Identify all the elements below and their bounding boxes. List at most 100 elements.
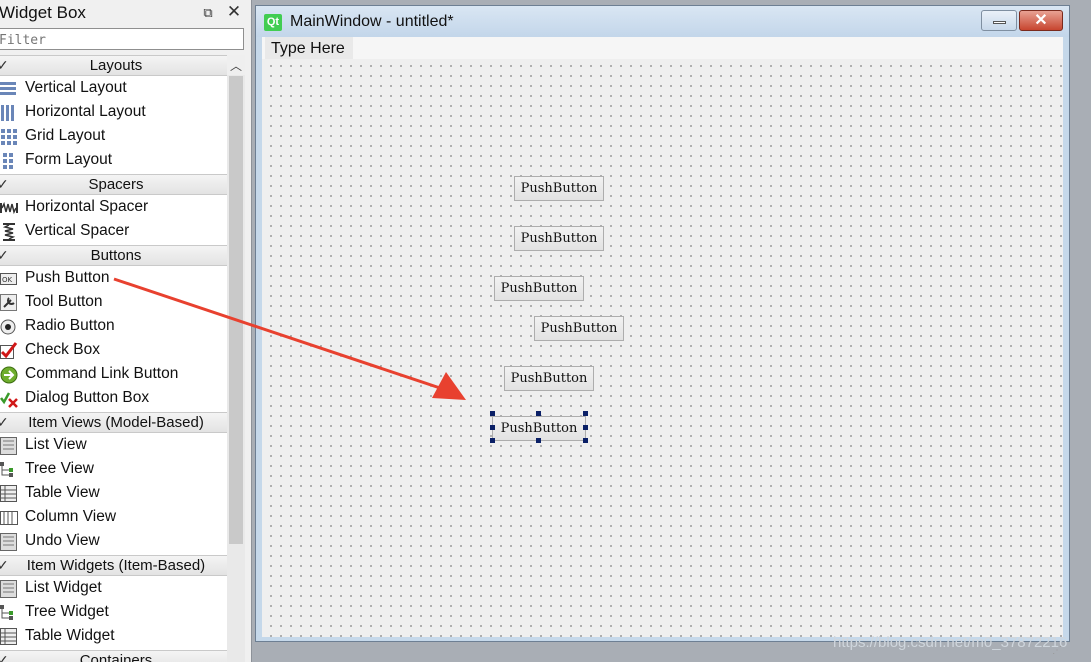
item-label: Tree View [25, 460, 94, 477]
main-window-form: Qt MainWindow - untitled* ✕ Type Here Pu… [255, 5, 1070, 656]
list-view-icon [0, 437, 17, 455]
widget-box-titlebar: Widget Box ⧉ ✕ [0, 0, 251, 26]
item-label: Check Box [25, 341, 100, 358]
category-containers[interactable]: ✓ Containers [0, 650, 227, 662]
widget-item-tree-view[interactable]: Tree View [0, 458, 227, 482]
item-label: Vertical Spacer [25, 222, 130, 239]
menu-type-here[interactable]: Type Here [265, 37, 353, 59]
table-widget-icon [0, 628, 17, 645]
category-label: Buttons [90, 247, 142, 264]
push-button-icon: OK [0, 273, 17, 285]
list-widget-icon [0, 580, 17, 598]
widget-item-horizontal-spacer[interactable]: Horizontal Spacer [0, 196, 227, 220]
central-widget: Type Here PushButton PushButton PushButt… [262, 37, 1063, 656]
window-title: MainWindow - untitled* [290, 13, 454, 30]
widget-item-check-box[interactable]: Check Box [0, 339, 227, 363]
category-label: Item Views (Model-Based) [28, 414, 204, 431]
scrollbar-thumb[interactable] [229, 76, 243, 544]
item-label: Undo View [25, 532, 100, 549]
push-button-3[interactable]: PushButton [494, 276, 584, 301]
radio-button-icon [0, 319, 16, 335]
widget-box-panel: Widget Box ⧉ ✕ ✓ Layouts Vertical Layout… [0, 0, 252, 662]
item-label: Table View [25, 484, 100, 501]
selection-handle[interactable] [490, 411, 495, 416]
selection-handle[interactable] [583, 438, 588, 443]
selection-handle[interactable] [583, 425, 588, 430]
scroll-up-button[interactable]: ︿ [227, 55, 245, 75]
widget-item-list-widget[interactable]: List Widget [0, 577, 227, 601]
close-button[interactable]: ✕ [1019, 10, 1063, 31]
minimize-icon [993, 21, 1006, 24]
category-buttons[interactable]: ✓ Buttons [0, 245, 227, 266]
category-item-widgets[interactable]: ✓ Item Widgets (Item-Based) [0, 555, 227, 576]
push-button-4[interactable]: PushButton [534, 316, 624, 341]
minimize-button[interactable] [981, 10, 1017, 31]
svg-text:OK: OK [2, 276, 13, 284]
item-label: List View [25, 436, 87, 453]
tree-widget-icon [0, 605, 13, 620]
widget-item-vertical-layout[interactable]: Vertical Layout [0, 77, 227, 101]
filter-input[interactable] [0, 28, 244, 50]
selection-handle[interactable] [536, 411, 541, 416]
widget-item-radio-button[interactable]: Radio Button [0, 315, 227, 339]
widget-box-scrollbar[interactable]: ︿ [227, 55, 245, 662]
horizontal-layout-icon [1, 105, 14, 121]
widget-item-command-link-button[interactable]: Command Link Button [0, 363, 227, 387]
watermark: https://blog.csdn.net/m0_37872216 [833, 634, 1068, 651]
widget-item-table-view[interactable]: Table View [0, 482, 227, 506]
item-label: Tree Widget [25, 603, 109, 620]
widget-item-push-button[interactable]: OK Push Button [0, 267, 227, 291]
category-label: Layouts [89, 57, 143, 74]
widget-box-title: Widget Box [0, 3, 86, 22]
widget-item-grid-layout[interactable]: Grid Layout [0, 125, 227, 149]
widget-item-column-view[interactable]: Column View [0, 506, 227, 530]
column-view-icon [0, 511, 18, 525]
widget-item-vertical-spacer[interactable]: Vertical Spacer [0, 220, 227, 244]
vertical-layout-icon [0, 82, 16, 95]
widget-item-dialog-button-box[interactable]: Dialog Button Box [0, 387, 227, 411]
item-label: Vertical Layout [25, 79, 127, 96]
category-layouts[interactable]: ✓ Layouts [0, 55, 227, 76]
vertical-spacer-icon [2, 223, 16, 241]
horizontal-spacer-icon [0, 201, 18, 215]
category-label: Spacers [88, 176, 144, 193]
selection-handle[interactable] [490, 425, 495, 430]
category-spacers[interactable]: ✓ Spacers [0, 174, 227, 195]
dialog-button-box-icon [0, 392, 18, 408]
push-button-1[interactable]: PushButton [514, 176, 604, 201]
push-button-5[interactable]: PushButton [504, 366, 594, 391]
design-canvas[interactable]: PushButton PushButton PushButton PushBut… [262, 59, 1063, 656]
menu-bar: Type Here [262, 37, 1063, 59]
tool-button-icon [0, 294, 17, 311]
item-label: Command Link Button [25, 365, 179, 382]
item-label: Horizontal Layout [25, 103, 146, 120]
widget-box-close-button[interactable]: ✕ [225, 3, 243, 21]
widget-item-tool-button[interactable]: Tool Button [0, 291, 227, 315]
widget-item-undo-view[interactable]: Undo View [0, 530, 227, 554]
form-layout-icon [3, 153, 13, 169]
item-label: Form Layout [25, 151, 113, 168]
item-label: Tool Button [25, 293, 103, 310]
tree-view-icon [0, 462, 13, 477]
widget-list: ✓ Layouts Vertical Layout Horizontal Lay… [0, 55, 227, 662]
widget-item-form-layout[interactable]: Form Layout [0, 149, 227, 173]
command-link-icon [0, 366, 18, 384]
widget-item-horizontal-layout[interactable]: Horizontal Layout [0, 101, 227, 125]
item-label: Dialog Button Box [25, 389, 150, 406]
item-label: Table Widget [25, 627, 115, 644]
push-button-2[interactable]: PushButton [514, 226, 604, 251]
item-label: Grid Layout [25, 127, 106, 144]
category-item-views[interactable]: ✓ Item Views (Model-Based) [0, 412, 227, 433]
check-box-icon [0, 342, 18, 359]
float-icon[interactable]: ⧉ [200, 5, 216, 21]
table-view-icon [0, 485, 17, 502]
category-label: Containers [79, 652, 153, 662]
selection-handle[interactable] [490, 438, 495, 443]
selection-handle[interactable] [536, 438, 541, 443]
widget-item-list-view[interactable]: List View [0, 434, 227, 458]
main-window-titlebar[interactable]: Qt MainWindow - untitled* ✕ [256, 6, 1069, 37]
selection-handle[interactable] [583, 411, 588, 416]
widget-item-table-widget[interactable]: Table Widget [0, 625, 227, 649]
widget-item-tree-widget[interactable]: Tree Widget [0, 601, 227, 625]
item-label: Horizontal Spacer [25, 198, 149, 215]
